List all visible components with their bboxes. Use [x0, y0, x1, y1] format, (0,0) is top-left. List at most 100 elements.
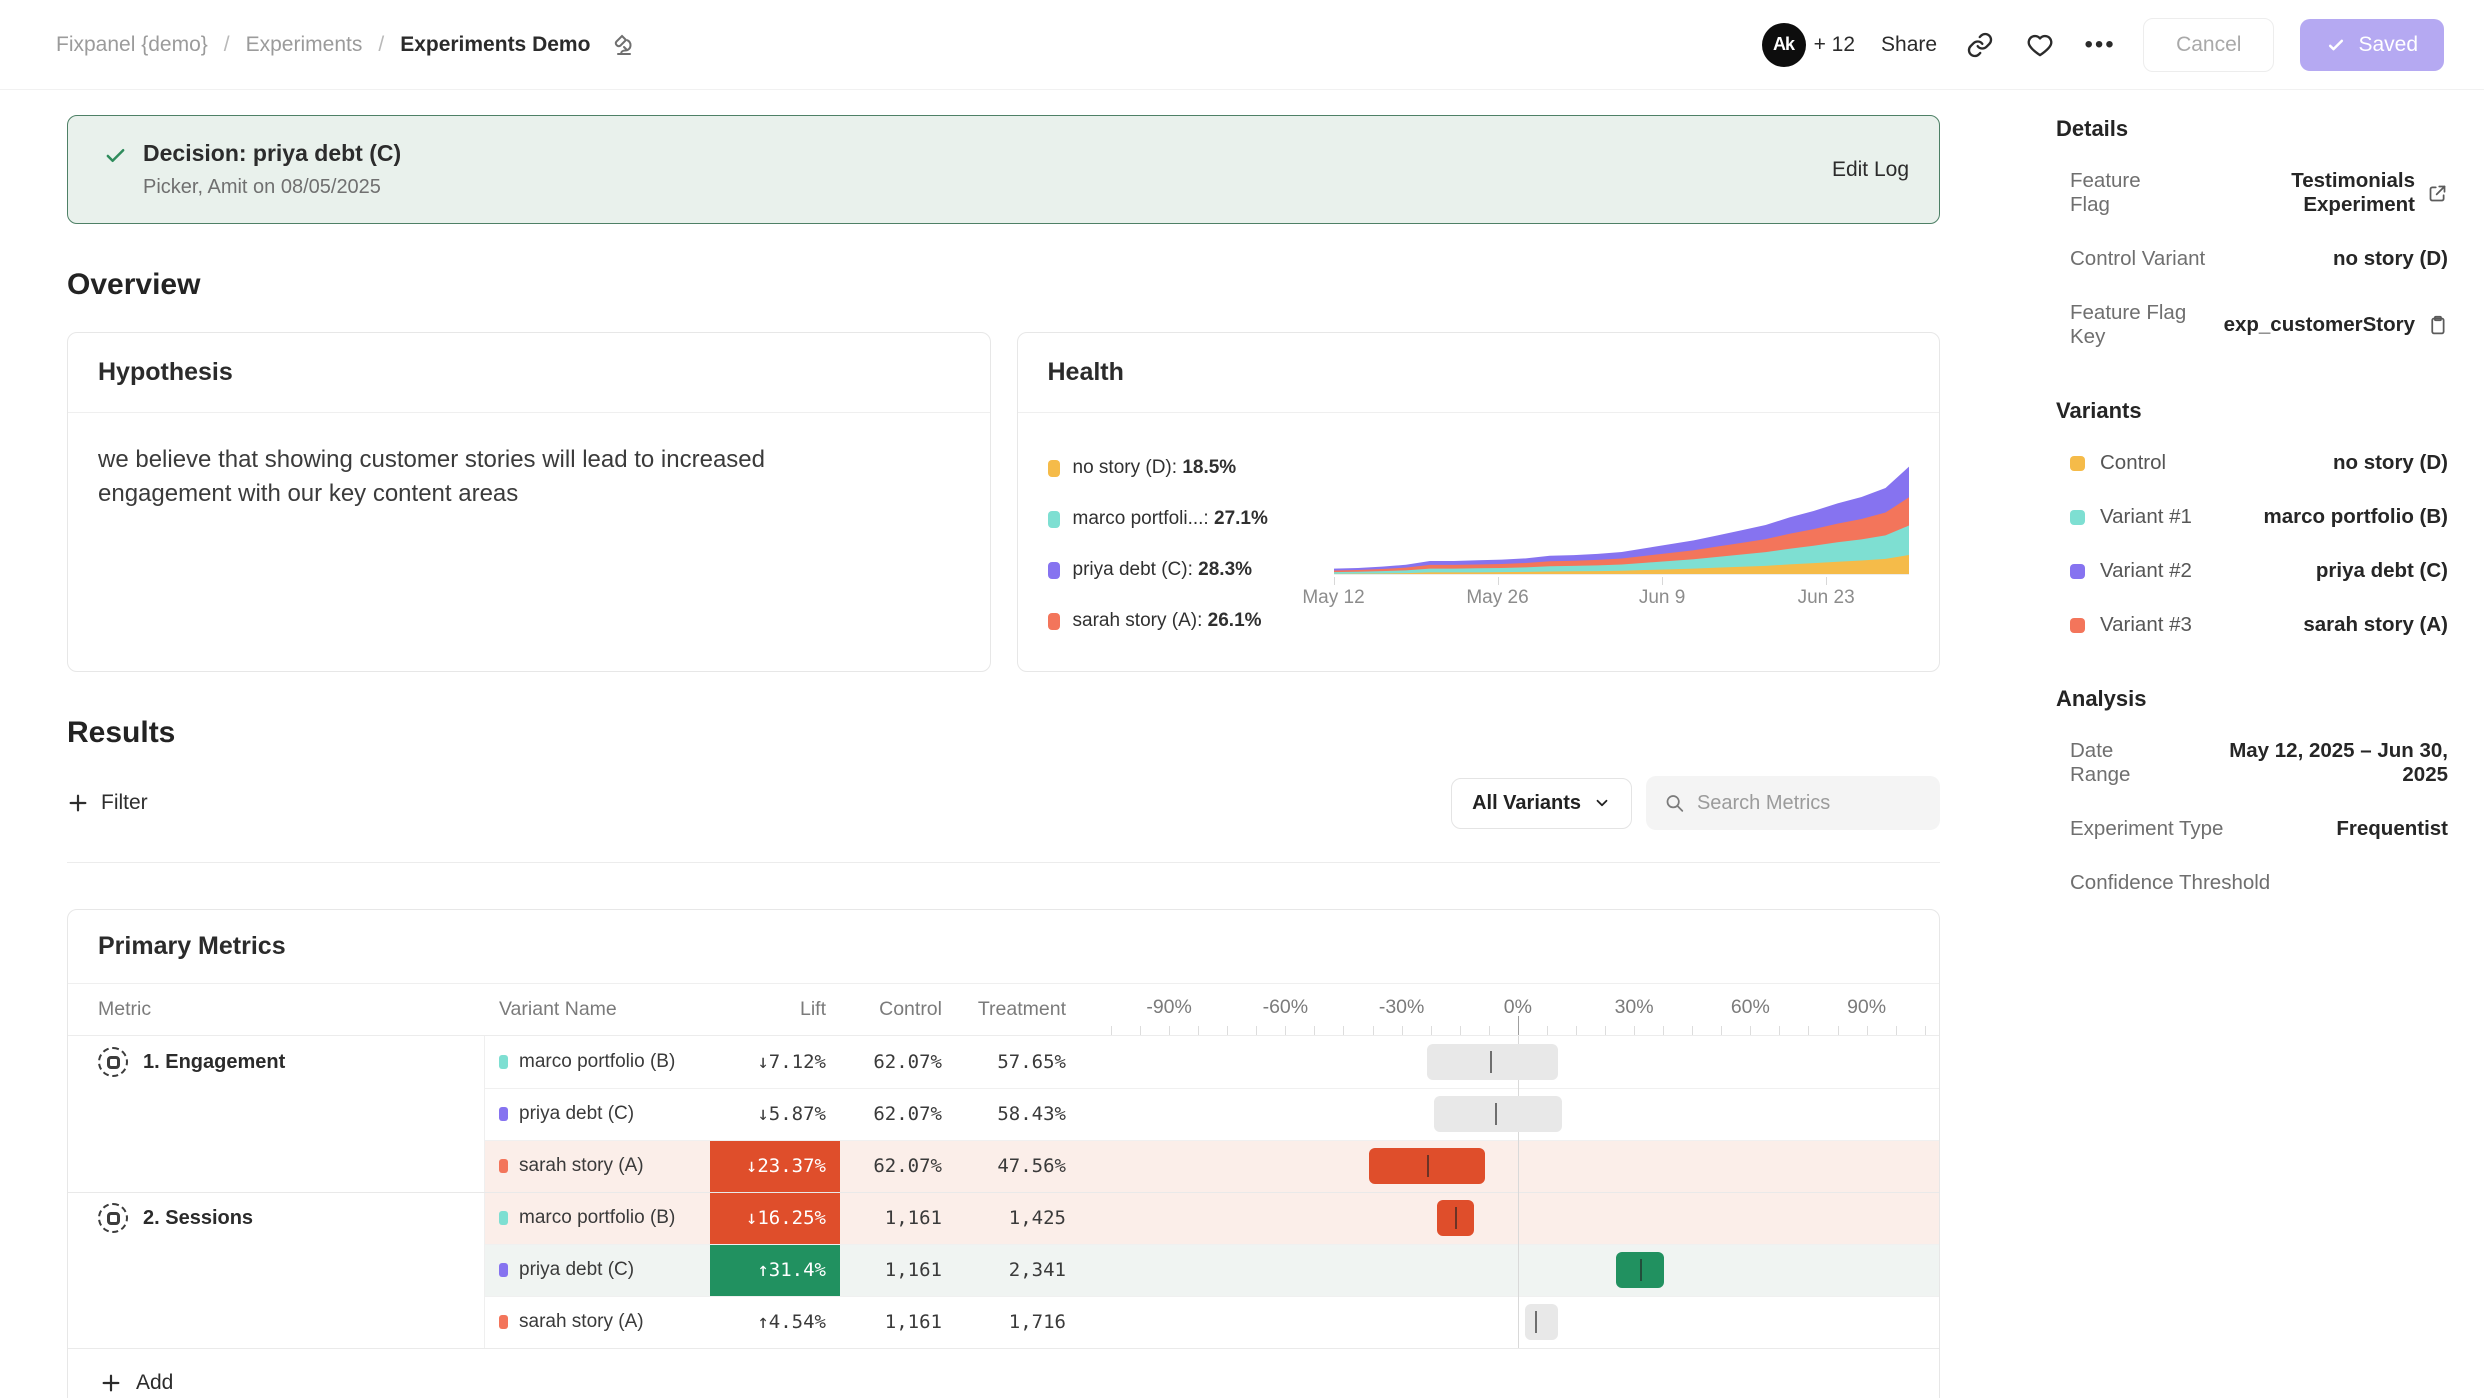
health-chart-x-axis: May 12 May 26 Jun 9 Jun 23	[1334, 577, 1910, 607]
variants-heading: Variants	[2056, 398, 2448, 424]
metric-row[interactable]: priya debt (C) ↓5.87% 62.07% 58.43%	[68, 1088, 1939, 1140]
confidence-interval-bar[interactable]	[1525, 1304, 1558, 1340]
search-metrics-box[interactable]	[1646, 776, 1940, 830]
confidence-interval-bar[interactable]	[1434, 1096, 1561, 1132]
metric-row[interactable]: sarah story (A) ↑4.54% 1,161 1,716	[68, 1296, 1939, 1348]
metric-row[interactable]: priya debt (C) ↑31.4% 1,161 2,341	[68, 1244, 1939, 1296]
treatment-value: 58.43%	[948, 1103, 1076, 1125]
variant-cell: priya debt (C)	[485, 1103, 710, 1125]
legend-item: sarah story (A): 26.1%	[1048, 610, 1334, 632]
detail-value[interactable]: Testimonials Experiment	[2183, 169, 2448, 217]
axis-tick	[1721, 1026, 1722, 1035]
avatar[interactable]: Ak	[1762, 23, 1806, 67]
lift-marker	[1640, 1259, 1642, 1281]
metric-cell: 2. Sessions	[68, 1192, 485, 1244]
variant-name: priya debt (C)	[519, 1103, 634, 1125]
detail-value[interactable]: exp_customerStory	[2224, 313, 2448, 337]
metric-cell	[68, 1296, 485, 1348]
metric-row[interactable]: 2. Sessions marco portfolio (B) ↓16.25% …	[68, 1192, 1939, 1244]
confidence-interval-bar[interactable]	[1427, 1044, 1558, 1080]
add-filter-button[interactable]: Filter	[67, 791, 148, 815]
metric-row[interactable]: 1. Engagement marco portfolio (B) ↓7.12%…	[68, 1036, 1939, 1088]
legend-swatch	[1048, 562, 1060, 579]
microscope-icon	[612, 33, 636, 57]
check-icon	[2326, 35, 2346, 55]
saved-button-label: Saved	[2358, 33, 2418, 57]
cancel-button[interactable]: Cancel	[2143, 18, 2274, 72]
main-content: Decision: priya debt (C) Picker, Amit on…	[0, 90, 2010, 1398]
legend-item: marco portfoli...: 27.1%	[1048, 508, 1334, 530]
variant-color-dot	[2070, 456, 2085, 471]
lift-marker	[1427, 1155, 1429, 1177]
variant-row: Variant #2 priya debt (C)	[2056, 544, 2448, 598]
lift-axis: -90%-60%-30%0%30%60%90%	[1076, 984, 1939, 1035]
health-title: Health	[1018, 333, 1940, 413]
table-header: Metric Variant Name Lift Control Treatme…	[68, 984, 1939, 1036]
variant-value: sarah story (A)	[2303, 613, 2448, 637]
treatment-value: 1,425	[948, 1207, 1076, 1229]
results-heading: Results	[67, 716, 1940, 750]
table-body: 1. Engagement marco portfolio (B) ↓7.12%…	[68, 1036, 1939, 1348]
detail-row: Feature Flag Key exp_customerStory	[2056, 286, 2448, 364]
external-link-icon[interactable]	[2427, 183, 2448, 204]
axis-tick	[1925, 1026, 1926, 1035]
analysis-label: Date Range	[2070, 739, 2179, 787]
more-menu-icon[interactable]: •••	[2083, 28, 2117, 62]
search-metrics-input[interactable]	[1697, 792, 1922, 815]
axis-label: -60%	[1263, 996, 1309, 1019]
control-value: 1,161	[840, 1259, 948, 1281]
favorite-heart-icon[interactable]	[2023, 28, 2057, 62]
axis-tick	[1314, 1026, 1315, 1035]
breadcrumb-experiments[interactable]: Experiments	[246, 33, 363, 57]
x-tick	[1826, 577, 1827, 585]
variant-name: marco portfolio (B)	[519, 1207, 675, 1229]
saved-button[interactable]: Saved	[2300, 19, 2444, 71]
variants-dropdown[interactable]: All Variants	[1451, 778, 1632, 829]
metric-target-icon	[98, 1047, 128, 1077]
variant-color-dot	[499, 1211, 508, 1225]
confidence-interval-plot	[1076, 1296, 1939, 1348]
column-header-metric: Metric	[68, 998, 485, 1021]
axis-tick	[1169, 1026, 1170, 1035]
zero-line	[1518, 1244, 1519, 1296]
treatment-value: 57.65%	[948, 1051, 1076, 1073]
zero-line	[1518, 1192, 1519, 1244]
check-icon	[104, 144, 127, 167]
detail-label: Feature Flag Key	[2070, 301, 2224, 349]
hypothesis-body[interactable]: we believe that showing customer stories…	[68, 413, 897, 541]
legend-item: no story (D): 18.5%	[1048, 457, 1334, 479]
collaborators-count: + 12	[1814, 33, 1855, 57]
lift-value: ↓16.25%	[710, 1192, 840, 1244]
breadcrumb-project[interactable]: Fixpanel {demo}	[56, 33, 208, 57]
collaborators[interactable]: Ak + 12	[1762, 23, 1855, 67]
share-button[interactable]: Share	[1881, 33, 1937, 57]
variant-cell: sarah story (A)	[485, 1311, 710, 1333]
add-metric-button[interactable]: Add	[68, 1348, 1939, 1398]
primary-metrics-title: Primary Metrics	[68, 910, 1939, 984]
lift-marker	[1455, 1207, 1457, 1229]
lift-marker	[1495, 1103, 1497, 1125]
legend-label: priya debt (C): 28.3%	[1073, 559, 1253, 581]
variant-color-dot	[499, 1315, 508, 1329]
axis-tick	[1779, 1026, 1780, 1035]
clipboard-icon[interactable]	[2427, 315, 2448, 336]
lift-value: ↑4.54%	[710, 1296, 840, 1348]
variant-name: sarah story (A)	[519, 1311, 644, 1333]
lift-marker	[1490, 1051, 1492, 1073]
x-tick	[1662, 577, 1663, 585]
confidence-interval-plot	[1076, 1140, 1939, 1192]
axis-tick	[1634, 1026, 1635, 1035]
x-tick	[1334, 577, 1335, 585]
x-tick	[1498, 577, 1499, 585]
axis-label: 30%	[1615, 996, 1654, 1019]
control-value: 62.07%	[840, 1155, 948, 1177]
axis-tick	[1111, 1026, 1112, 1035]
axis-tick	[1373, 1026, 1374, 1035]
x-tick-label: Jun 9	[1639, 587, 1685, 609]
edit-log-button[interactable]: Edit Log	[1832, 158, 1909, 182]
treatment-value: 47.56%	[948, 1155, 1076, 1177]
variant-name: sarah story (A)	[519, 1155, 644, 1177]
variant-slot-label: Variant #1	[2100, 505, 2192, 529]
copy-link-icon[interactable]	[1963, 28, 1997, 62]
metric-row[interactable]: sarah story (A) ↓23.37% 62.07% 47.56%	[68, 1140, 1939, 1192]
